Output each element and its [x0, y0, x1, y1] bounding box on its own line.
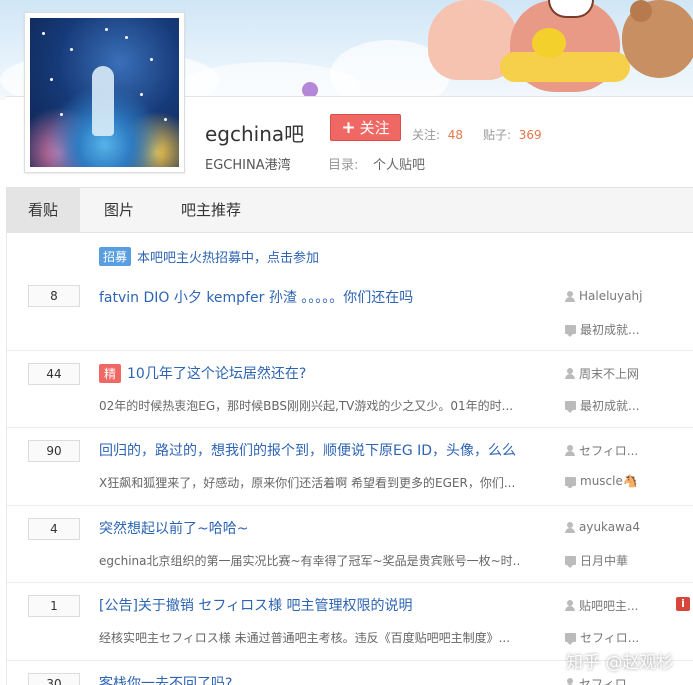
reply-icon	[565, 633, 576, 645]
reply-count: 30	[28, 673, 80, 685]
reply-count: 90	[28, 440, 80, 462]
posts-stat: 贴子: 369	[483, 128, 542, 142]
thread-abstract: X狂飙和狐狸来了，好感动，原来你们还活着啊 希望看到更多的EGER，你们...	[99, 476, 516, 490]
last-reply-user[interactable]: muscle🐴	[565, 474, 657, 488]
reply-count: 1	[28, 595, 80, 617]
thread-author[interactable]: 周末不上网	[565, 365, 657, 382]
thread-abstract: egchina北京组织的第一届实况比赛~有幸得了冠军~奖品是贵宾账号一枚~时..…	[99, 554, 519, 568]
avatar-figure	[92, 66, 114, 136]
tab-posts[interactable]: 看贴	[6, 188, 80, 233]
thread-list: 招募 本吧吧主火热招募中，点击参加 8 fatvin DIO 小夕 kempfe…	[6, 233, 693, 685]
reply-count: 8	[28, 285, 80, 307]
last-reply-user[interactable]: 最初成就...	[565, 321, 657, 338]
thread-abstract: 02年的时候热衷泡EG，那时候BBS刚刚兴起,TV游戏的少之又少。01年的时..…	[99, 399, 514, 413]
thread-title[interactable]: fatvin DIO 小夕 kempfer 孙渣 。。。。。你们还在吗	[99, 287, 413, 307]
thread-author[interactable]: セフィロ...	[565, 442, 657, 459]
thread-title[interactable]: 回归的，路过的，想我们的报个到，顺便说下原EG ID，头像，么么	[99, 440, 516, 460]
user-icon	[565, 678, 575, 685]
thread-author[interactable]: 贴吧吧主...	[565, 597, 657, 614]
last-reply-user[interactable]: 日月中華	[565, 552, 657, 569]
plus-icon: +	[341, 117, 356, 138]
info-icon[interactable]: i	[676, 597, 690, 611]
thread-title[interactable]: 突然想起以前了~哈哈~	[99, 518, 248, 538]
forum-avatar[interactable]	[24, 12, 185, 173]
posts-count: 369	[518, 128, 542, 142]
follow-button-label: 关注	[359, 119, 390, 137]
last-reply-user[interactable]: セフィロ...	[565, 629, 657, 646]
thread-row: 4 突然想起以前了~哈哈~ egchina北京组织的第一届实况比赛~有幸得了冠军…	[7, 506, 693, 583]
forum-title: egchina吧	[205, 122, 305, 146]
recruit-notice[interactable]: 招募 本吧吧主火热招募中，点击参加	[99, 247, 319, 266]
last-reply-user[interactable]: 最初成就...	[565, 397, 657, 414]
thread-row: 8 fatvin DIO 小夕 kempfer 孙渣 。。。。。你们还在吗 Ha…	[7, 271, 693, 351]
followers-count: 48	[447, 128, 463, 142]
thread-author[interactable]: Haleluyahj	[565, 289, 657, 303]
directory-label: 目录:	[328, 158, 359, 173]
user-icon	[565, 521, 575, 533]
user-icon	[565, 445, 575, 456]
thread-row: 90 回归的，路过的，想我们的报个到，顺便说下原EG ID，头像，么么 X狂飙和…	[7, 428, 693, 506]
user-icon	[565, 368, 575, 379]
zhihu-watermark: 知乎 @赵观杉	[566, 653, 674, 673]
reply-count: 44	[28, 363, 80, 385]
thread-title[interactable]: [公告]关于撤销 セフィロス様 吧主管理权限的说明	[99, 595, 413, 615]
reply-icon	[565, 401, 576, 413]
recruit-tag: 招募	[99, 247, 132, 266]
thread-author[interactable]: ayukawa4	[565, 520, 657, 534]
duck-decoration	[532, 28, 566, 58]
thread-title[interactable]: 精 10几年了这个论坛居然还在?	[99, 363, 306, 383]
user-icon	[565, 290, 575, 302]
forum-avatar-image	[30, 18, 179, 167]
tab-owner-recommend[interactable]: 吧主推荐	[166, 188, 256, 233]
forum-subtitle: EGCHINA港湾	[205, 158, 291, 173]
tab-images[interactable]: 图片	[86, 188, 152, 233]
swim-ring-decoration	[500, 52, 630, 82]
user-icon	[565, 600, 575, 611]
reply-icon	[565, 325, 576, 337]
followers-stat: 关注: 48	[412, 128, 463, 142]
featured-tag: 精	[99, 363, 122, 383]
follow-button[interactable]: + 关注	[330, 114, 401, 141]
reply-count: 4	[28, 518, 80, 540]
thread-abstract: 经核实吧主セフィロス様 未通过普通吧主考核。违反《百度贴吧吧主制度》...	[99, 631, 511, 645]
thread-author[interactable]: セフィロ...	[565, 675, 657, 685]
reply-icon	[565, 556, 576, 568]
tab-bar: 看贴 图片 吧主推荐	[6, 187, 693, 233]
reply-icon	[565, 476, 576, 488]
directory-link[interactable]: 个人贴吧	[373, 154, 425, 173]
thread-row: 44 精 10几年了这个论坛居然还在? 02年的时候热衷泡EG，那时候BBS刚刚…	[7, 351, 693, 428]
thread-title[interactable]: 客栈你一去不回了吗?	[99, 673, 232, 685]
bear-ear	[630, 0, 652, 22]
recruit-notice-text: 本吧吧主火热招募中，点击参加	[137, 251, 320, 266]
